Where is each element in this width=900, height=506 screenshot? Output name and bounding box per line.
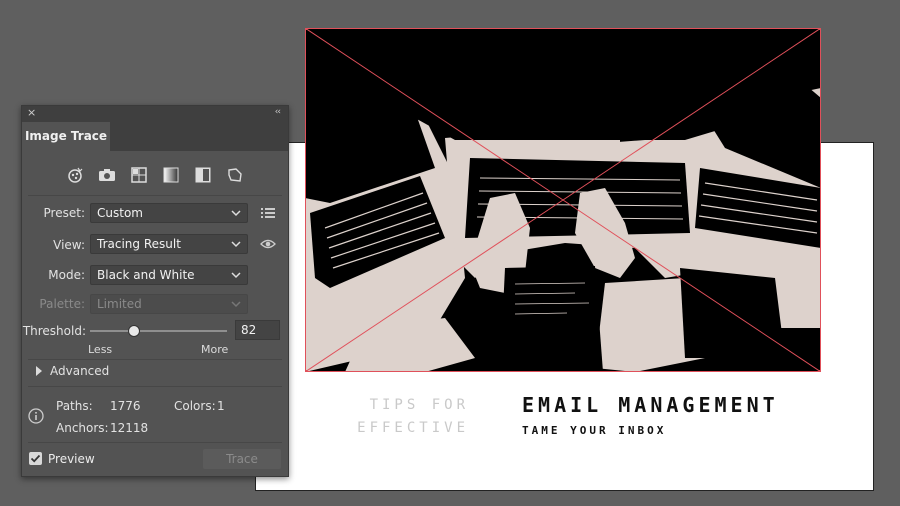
preview-label: Preview xyxy=(48,452,95,466)
mode-label: Mode: xyxy=(48,268,85,282)
grid-icon[interactable] xyxy=(128,164,150,186)
threshold-slider-thumb[interactable] xyxy=(128,325,141,337)
threshold-max-label: More xyxy=(201,343,229,356)
advanced-toggle[interactable]: Advanced xyxy=(36,364,109,378)
palette-label: Palette: xyxy=(39,297,85,311)
disclosure-triangle-icon xyxy=(36,366,42,376)
threshold-min-label: Less xyxy=(88,343,113,356)
traced-image[interactable] xyxy=(305,28,821,372)
divider xyxy=(28,359,282,360)
anchors-value: 12118 xyxy=(110,421,149,435)
view-value: Tracing Result xyxy=(97,237,181,251)
threshold-input[interactable]: 82 xyxy=(235,320,280,340)
checkmark-icon xyxy=(30,454,41,463)
panel-titlebar[interactable]: × ‹‹ xyxy=(22,106,288,122)
outline-icon[interactable] xyxy=(224,164,246,186)
headline-text: EMAIL MANAGEMENT xyxy=(522,393,779,417)
chevron-down-icon xyxy=(231,241,241,248)
divider xyxy=(28,386,282,387)
eye-icon[interactable] xyxy=(260,236,276,252)
view-select[interactable]: Tracing Result xyxy=(90,234,248,254)
black-white-icon[interactable] xyxy=(192,164,214,186)
paths-value: 1776 xyxy=(110,399,141,413)
advanced-label: Advanced xyxy=(50,364,110,378)
mode-select[interactable]: Black and White xyxy=(90,265,248,285)
palette-value: Limited xyxy=(97,297,142,311)
view-label: View: xyxy=(53,238,85,252)
chevron-down-icon xyxy=(231,301,241,308)
divider xyxy=(28,442,282,443)
preview-checkbox[interactable] xyxy=(29,452,42,465)
tips-line-2: EFFECTIVE xyxy=(357,420,469,436)
preset-label: Preset: xyxy=(43,206,85,220)
preset-value: Custom xyxy=(97,206,143,220)
auto-color-icon[interactable] xyxy=(64,164,86,186)
colors-value: 1 xyxy=(217,399,225,413)
preset-select[interactable]: Custom xyxy=(90,203,248,223)
close-icon[interactable]: × xyxy=(27,106,36,119)
threshold-slider-track[interactable] xyxy=(90,330,227,332)
tips-text: TIPS FOR EFFECTIVE xyxy=(349,394,469,440)
panel-tabbar: Image Trace xyxy=(22,122,288,152)
anchors-label: Anchors: xyxy=(56,421,109,435)
chevron-down-icon xyxy=(231,272,241,279)
chevron-down-icon xyxy=(231,210,241,217)
trace-button[interactable]: Trace xyxy=(203,449,281,469)
divider xyxy=(28,195,282,196)
info-icon xyxy=(28,408,44,424)
paths-label: Paths: xyxy=(56,399,93,413)
camera-icon[interactable] xyxy=(96,164,118,186)
colors-label: Colors: xyxy=(174,399,216,413)
collapse-icon[interactable]: ‹‹ xyxy=(275,107,281,117)
palette-select: Limited xyxy=(90,294,248,314)
subline-text: TAME YOUR INBOX xyxy=(522,424,667,437)
tips-line-1: TIPS FOR xyxy=(369,397,469,413)
threshold-label: Threshold: xyxy=(22,324,86,338)
image-trace-panel: × ‹‹ Image Trace Preset: Custom View: Tr… xyxy=(21,105,289,477)
grayscale-gradient-icon[interactable] xyxy=(160,164,182,186)
tab-image-trace[interactable]: Image Trace xyxy=(22,122,110,152)
presets-menu-icon[interactable] xyxy=(260,205,276,221)
mode-value: Black and White xyxy=(97,268,195,282)
